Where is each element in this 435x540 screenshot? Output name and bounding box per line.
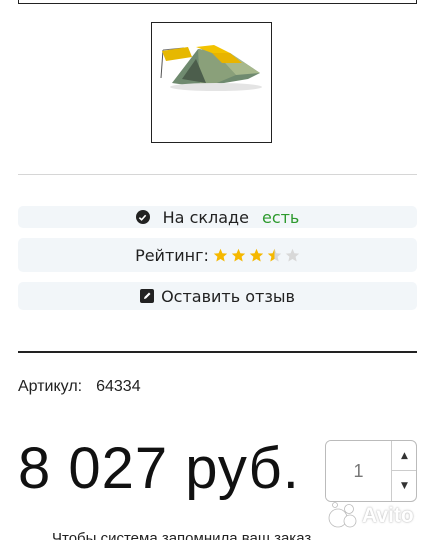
divider bbox=[18, 174, 417, 175]
sku-value: 64334 bbox=[96, 378, 141, 395]
sku-label: Артикул: bbox=[18, 378, 83, 395]
product-price: 8 027 руб. bbox=[18, 436, 300, 501]
check-circle-icon bbox=[135, 210, 150, 224]
caret-up-icon: ▲ bbox=[401, 450, 408, 461]
star-icon[interactable] bbox=[213, 248, 228, 263]
avito-watermark: Avito bbox=[327, 500, 414, 532]
star-icon[interactable] bbox=[285, 248, 300, 263]
star-icon[interactable] bbox=[267, 248, 282, 263]
avito-watermark-text: Avito bbox=[362, 504, 414, 527]
sku-row: Артикул: 64334 bbox=[18, 378, 141, 396]
edit-icon bbox=[140, 289, 155, 303]
stock-label: На складе bbox=[162, 207, 249, 227]
tent-image bbox=[160, 45, 262, 91]
gallery-frame bbox=[18, 0, 417, 4]
star-icon[interactable] bbox=[249, 248, 264, 263]
stock-status: На складе есть bbox=[18, 206, 417, 228]
increment-button[interactable]: ▲ bbox=[392, 441, 416, 471]
product-thumbnail[interactable] bbox=[151, 22, 272, 143]
rating-label: Рейтинг: bbox=[135, 245, 209, 265]
footer-hint: Чтобы система запомнила ваш заказ bbox=[52, 530, 312, 540]
divider bbox=[18, 351, 417, 353]
avito-logo-icon bbox=[328, 502, 357, 528]
caret-down-icon: ▼ bbox=[401, 481, 408, 491]
stock-value: есть bbox=[261, 207, 300, 227]
quantity-input[interactable] bbox=[326, 441, 392, 501]
star-icon[interactable] bbox=[231, 248, 246, 263]
decrement-button[interactable]: ▼ bbox=[392, 471, 416, 501]
rating-stars[interactable] bbox=[213, 248, 300, 263]
write-review-button[interactable]: Оставить отзыв bbox=[18, 282, 417, 310]
quantity-stepper: ▲ ▼ bbox=[325, 440, 417, 502]
rating-row: Рейтинг: bbox=[18, 238, 417, 272]
write-review-label: Оставить отзыв bbox=[161, 286, 295, 306]
